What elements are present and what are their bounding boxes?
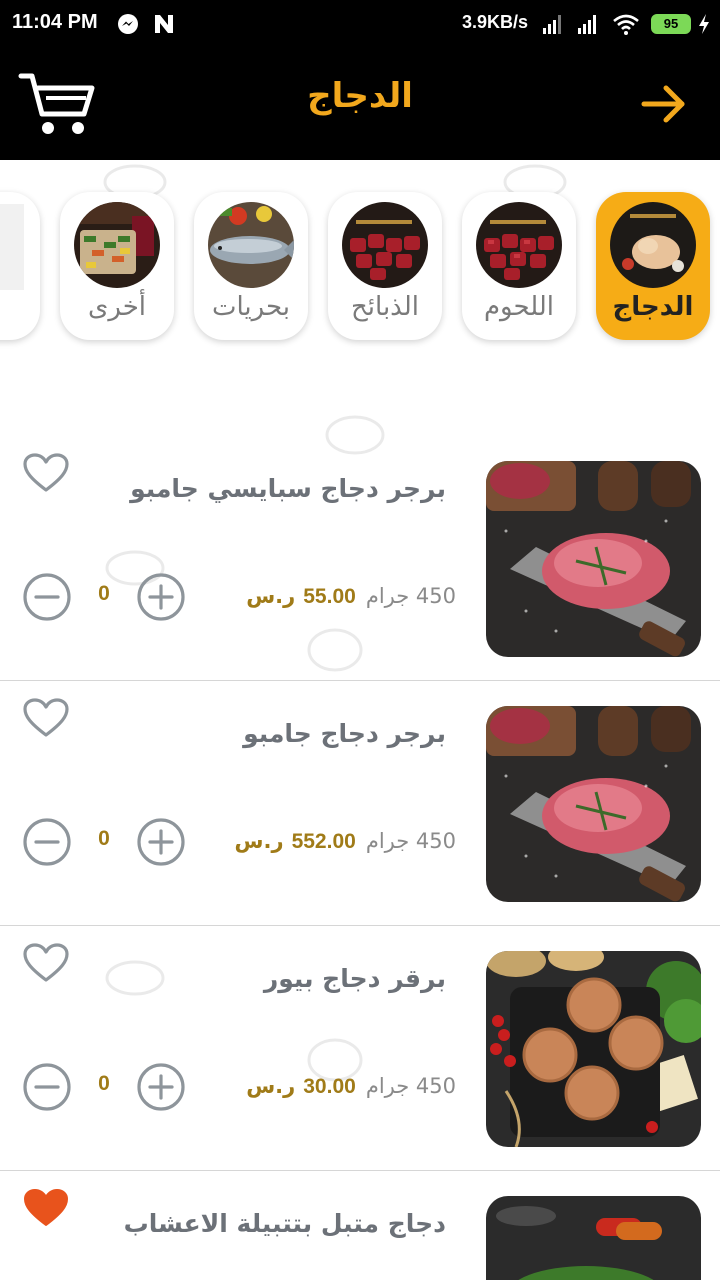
product-image [486, 1196, 701, 1280]
minus-circle-icon [23, 818, 71, 866]
favorite-button[interactable] [22, 1187, 70, 1229]
product-card[interactable]: دجاج متبل بتتبيلة الاعشاب [0, 1171, 720, 1280]
charging-icon [699, 14, 709, 34]
status-time: 11:04 PM [12, 11, 98, 33]
product-name: برجر دجاج سبايسي جامبو [130, 474, 446, 503]
category-partial[interactable]: صو [0, 192, 40, 340]
product-weight: 450 جرام [365, 829, 456, 853]
product-currency: ر.س [246, 1074, 296, 1098]
category-others[interactable]: أخرى [60, 192, 174, 340]
heart-outline-icon [23, 698, 69, 737]
product-info: 450 جرام 55.00 ر.س [180, 584, 456, 614]
product-name: دجاج متبل بتتبيلة الاعشاب [123, 1209, 446, 1238]
plus-circle-icon [137, 818, 185, 866]
category-label: صو [0, 292, 40, 322]
category-seafood[interactable]: بحريات [194, 192, 308, 340]
increase-button[interactable] [136, 572, 186, 622]
product-image [486, 706, 701, 902]
category-label: اللحوم [483, 292, 555, 322]
category-sacrifices-image [342, 202, 428, 288]
category-label: الدجاج [612, 292, 694, 322]
quantity-value: 0 [98, 1072, 110, 1095]
product-weight: 450 جرام [365, 1074, 456, 1098]
cart-button[interactable] [18, 68, 96, 138]
decrease-button[interactable] [22, 1062, 72, 1112]
category-chicken-image [610, 202, 696, 288]
product-card[interactable]: برجر دجاج جامبو 450 جرام 552.00 ر.س 0 [0, 681, 720, 926]
category-bar: الدجاج اللحوم الذبائح بحريات أخرى [0, 160, 720, 360]
minus-circle-icon [23, 1063, 71, 1111]
category-others-image [74, 202, 160, 288]
status-bar: 11:04 PM 3.9KB/s 95 [0, 0, 720, 48]
product-price: 552.00 [291, 830, 356, 853]
heart-outline-icon [23, 943, 69, 982]
category-partial-image [0, 204, 24, 290]
wifi-icon [613, 14, 639, 35]
signal-icon-2 [578, 15, 596, 34]
app-header: الدجاج [0, 48, 720, 160]
product-currency: ر.س [246, 584, 296, 608]
favorite-button[interactable] [22, 452, 70, 494]
decrease-button[interactable] [22, 572, 72, 622]
product-name: برجر دجاج جامبو [243, 719, 446, 748]
back-button[interactable] [640, 82, 688, 126]
category-meat[interactable]: اللحوم [462, 192, 576, 340]
product-price: 55.00 [303, 585, 356, 608]
product-currency: ر.س [234, 829, 284, 853]
category-label: الذبائح [351, 292, 419, 322]
page-title: الدجاج [307, 76, 413, 116]
category-sacrifices[interactable]: الذبائح [328, 192, 442, 340]
increase-button[interactable] [136, 817, 186, 867]
increase-button[interactable] [136, 1062, 186, 1112]
plus-circle-icon [137, 1063, 185, 1111]
decrease-button[interactable] [22, 817, 72, 867]
quantity-value: 0 [98, 582, 110, 605]
product-price: 30.00 [303, 1075, 356, 1098]
arrow-right-icon [641, 85, 685, 123]
network-speed: 3.9KB/s [462, 12, 529, 32]
category-meat-image [476, 202, 562, 288]
category-label: بحريات [212, 292, 290, 322]
minus-circle-icon [23, 573, 71, 621]
plus-circle-icon [137, 573, 185, 621]
favorite-button[interactable] [22, 942, 70, 984]
notification-n-icon [155, 15, 173, 33]
category-seafood-image [208, 202, 294, 288]
messenger-icon [118, 14, 138, 34]
product-info: 450 جرام 30.00 ر.س [180, 1074, 456, 1104]
shopping-cart-icon [18, 73, 95, 134]
product-card[interactable]: برقر دجاج بيور 450 جرام 30.00 ر.س 0 [0, 926, 720, 1171]
heart-filled-icon [24, 1189, 68, 1226]
product-image [486, 461, 701, 657]
heart-outline-icon [23, 453, 69, 492]
product-info: 450 جرام 552.00 ر.س [180, 829, 456, 859]
battery-indicator: 95 [651, 14, 691, 34]
product-weight: 450 جرام [365, 584, 456, 608]
quantity-value: 0 [98, 827, 110, 850]
product-image [486, 951, 701, 1147]
category-label: أخرى [88, 292, 146, 322]
favorite-button[interactable] [22, 697, 70, 739]
signal-icon [543, 15, 561, 34]
product-card[interactable]: برجر دجاج سبايسي جامبو 450 جرام55.00ر.س … [0, 436, 720, 681]
product-name: برقر دجاج بيور [263, 964, 446, 993]
category-chicken[interactable]: الدجاج [596, 192, 710, 340]
